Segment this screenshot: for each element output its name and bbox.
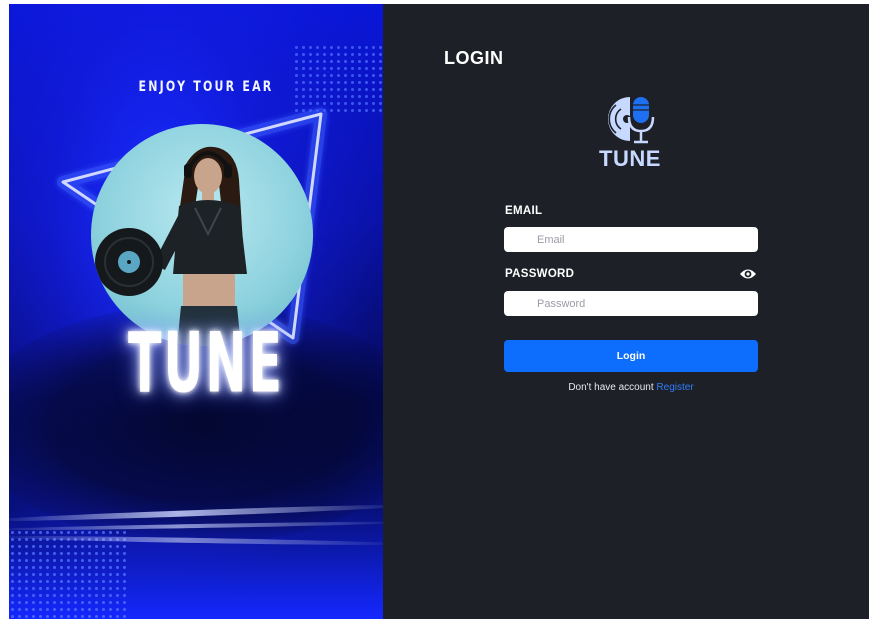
register-prompt: Don't have account Register [504, 382, 758, 393]
poster-tagline: ENJOY TOUR EAR [138, 78, 274, 95]
logo-wordmark: TUNE [599, 146, 661, 171]
poster-brand-title: TUNE [127, 314, 285, 412]
login-panel: LOGIN TUNE EMAIL PASSWORD Login D [383, 4, 869, 619]
password-field[interactable] [504, 291, 758, 316]
page-title: LOGIN [444, 48, 504, 68]
poster-halftone-dots [9, 529, 129, 619]
email-label: EMAIL [505, 205, 543, 217]
register-link[interactable]: Register [656, 382, 693, 393]
app-frame: ENJOY TOUR EAR TUNE LOGIN TUNE EMAIL Ema… [9, 4, 869, 619]
promo-poster: ENJOY TOUR EAR TUNE [9, 4, 383, 619]
no-account-text: Don't have account [568, 382, 657, 393]
dj-illustration [95, 146, 247, 346]
vinyl-record-microphone-icon [608, 97, 655, 144]
dj-photo [91, 124, 313, 346]
password-label: PASSWORD [505, 268, 575, 280]
eye-icon[interactable] [739, 267, 757, 281]
login-button[interactable]: Login [504, 340, 758, 372]
email-field[interactable] [504, 227, 758, 252]
